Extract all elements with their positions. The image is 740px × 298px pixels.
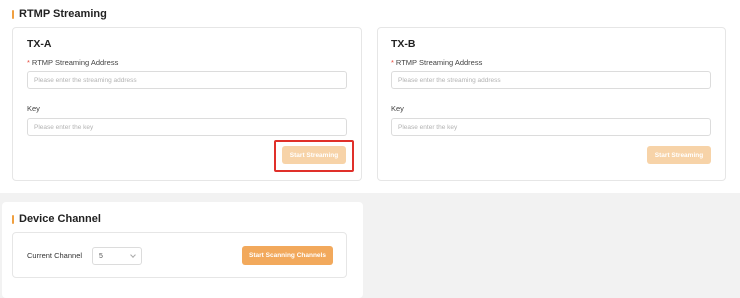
tx-b-start-streaming-button[interactable]: Start Streaming: [647, 146, 711, 164]
rtmp-streaming-title: RTMP Streaming: [19, 8, 107, 20]
rtmp-streaming-section-title: RTMP Streaming: [12, 8, 107, 20]
tx-b-address-input[interactable]: [391, 71, 711, 89]
tx-a-address-input[interactable]: [27, 71, 347, 89]
tx-b-address-label: * RTMP Streaming Address: [391, 58, 482, 67]
section-accent-bar: [12, 9, 14, 19]
tx-b-key-input[interactable]: [391, 118, 711, 136]
chevron-down-icon: [130, 251, 136, 258]
tx-a-title: TX-A: [27, 38, 52, 50]
tx-b-key-label: Key: [391, 104, 404, 113]
current-channel-select[interactable]: 5: [92, 247, 142, 265]
tx-b-title: TX-B: [391, 38, 416, 50]
required-marker: *: [391, 58, 394, 67]
section-accent-bar: [12, 214, 14, 224]
required-marker: *: [27, 58, 30, 67]
tx-a-address-label-text: RTMP Streaming Address: [31, 58, 119, 67]
tx-a-address-label: * RTMP Streaming Address: [27, 58, 118, 67]
tx-b-address-label-text: RTMP Streaming Address: [395, 58, 483, 67]
start-scanning-channels-button[interactable]: Start Scanning Channels: [242, 246, 333, 265]
device-channel-title: Device Channel: [19, 213, 101, 225]
device-channel-section-title: Device Channel: [12, 213, 101, 225]
tx-a-key-input[interactable]: [27, 118, 347, 136]
current-channel-value: 5: [99, 252, 103, 260]
tx-a-key-label: Key: [27, 104, 40, 113]
current-channel-label: Current Channel: [27, 251, 83, 260]
highlight-box: [274, 140, 354, 172]
